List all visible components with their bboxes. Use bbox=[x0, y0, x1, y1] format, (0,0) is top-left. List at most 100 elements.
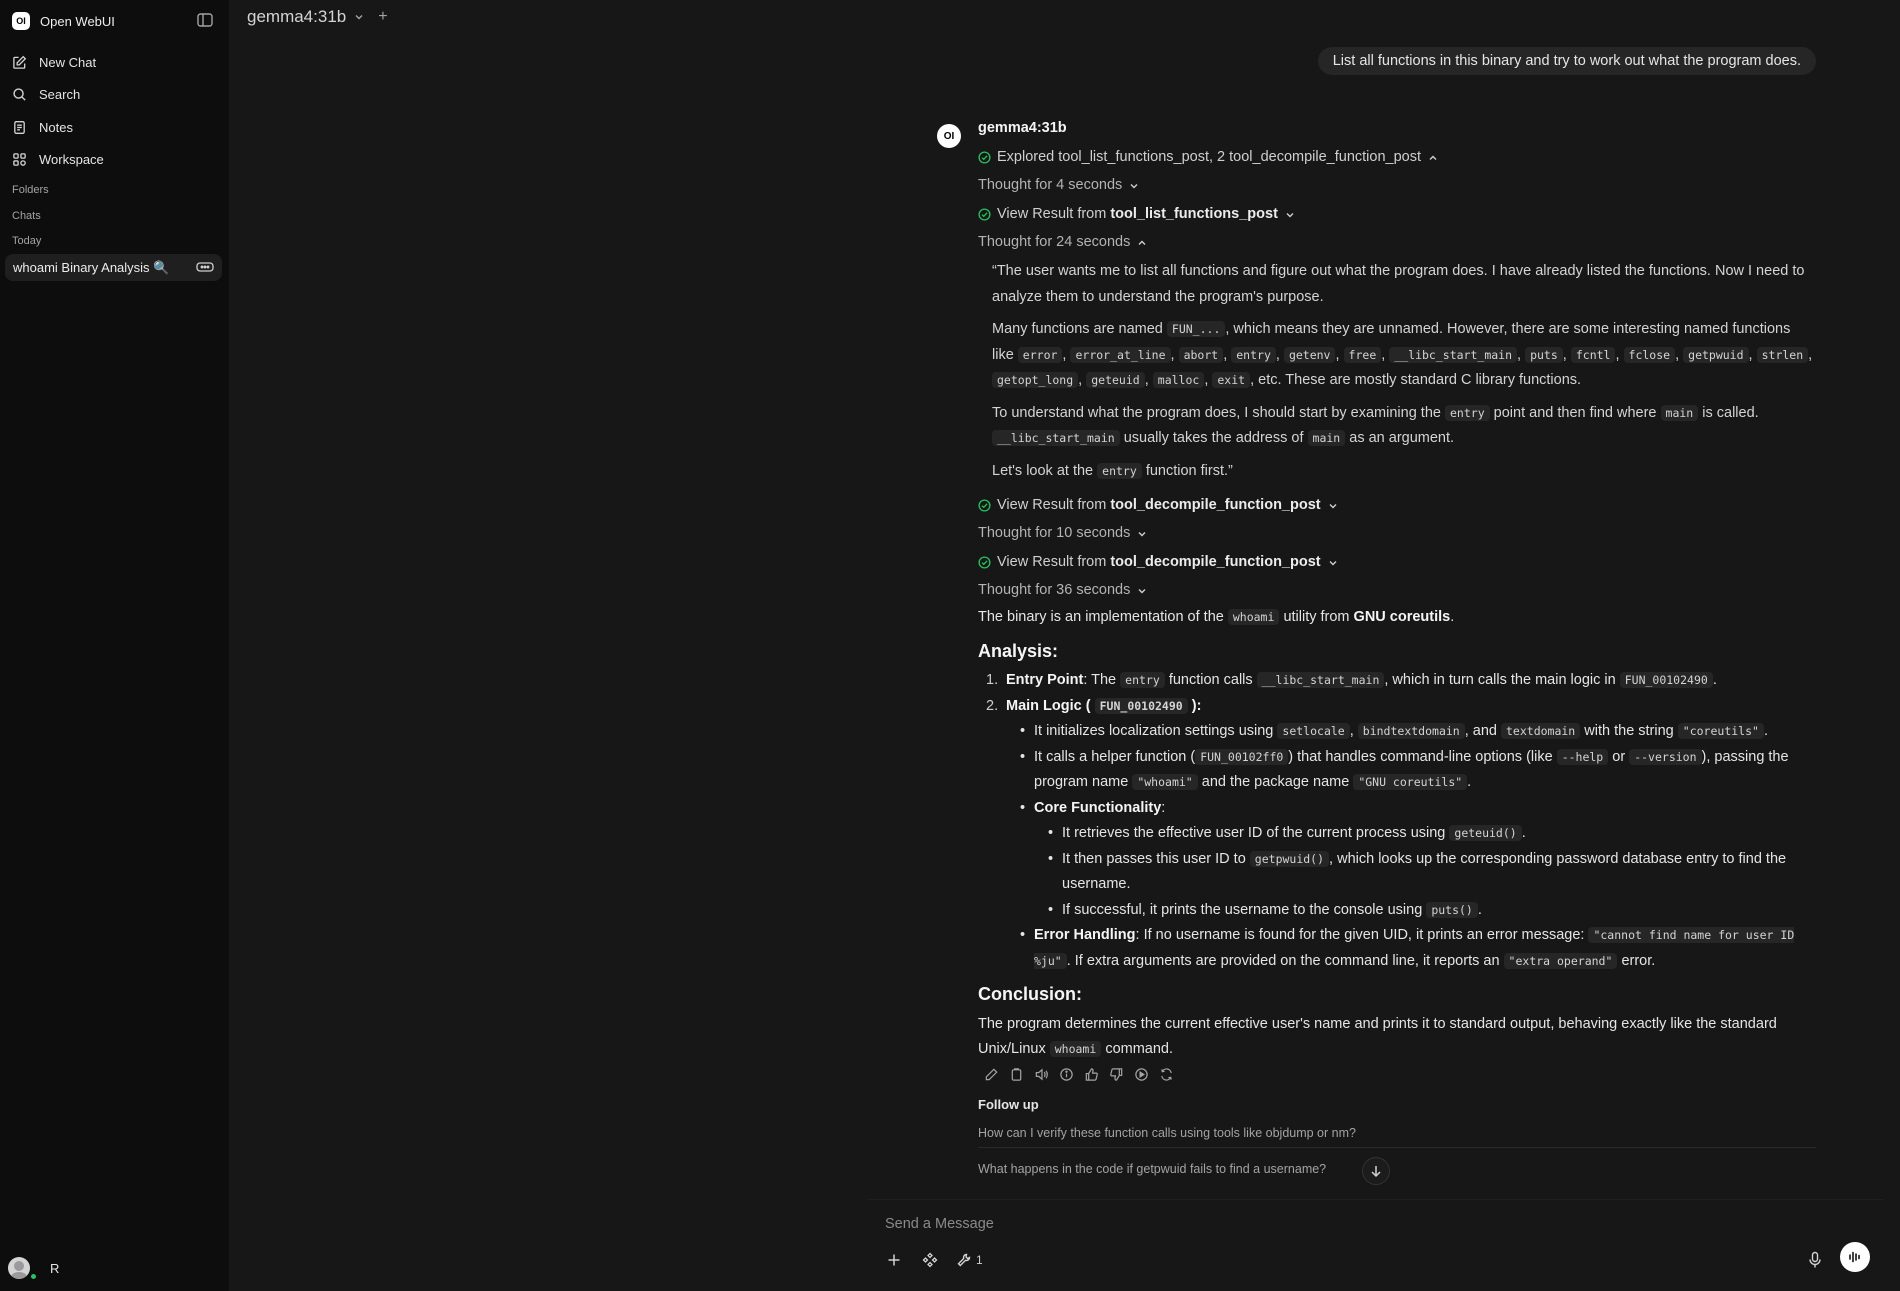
inline-code: entry bbox=[1097, 462, 1142, 479]
search-icon bbox=[13, 88, 26, 101]
sidebar-header: OI Open WebUI bbox=[12, 10, 214, 32]
regenerate-icon[interactable] bbox=[1159, 1067, 1174, 1082]
inline-code: puts bbox=[1525, 346, 1563, 363]
edit-icon[interactable] bbox=[984, 1067, 999, 1082]
sidebar-item-notes[interactable]: Notes bbox=[12, 111, 217, 144]
inline-code: --help bbox=[1556, 748, 1609, 765]
sidebar-item-search[interactable]: Search bbox=[12, 79, 217, 112]
inline-code: "GNU coreutils" bbox=[1353, 774, 1468, 791]
chevron-up-icon bbox=[1429, 155, 1437, 160]
check-circle-icon bbox=[978, 208, 991, 221]
microphone-icon[interactable] bbox=[1807, 1251, 1823, 1269]
inline-code: error bbox=[1017, 346, 1063, 363]
thought-paragraph: Many functions are named FUN_..., which … bbox=[992, 321, 1813, 389]
analysis-list: 1. Entry Point: The entry function calls… bbox=[984, 668, 1816, 974]
folders-label[interactable]: Folders bbox=[12, 184, 49, 196]
thought-toggle-2[interactable]: Thought for 24 seconds bbox=[978, 229, 1816, 258]
notes-icon bbox=[14, 120, 25, 134]
check-circle-icon bbox=[978, 556, 991, 569]
text: It initializes localization settings usi… bbox=[1034, 723, 1274, 740]
sidebar-item-label: Search bbox=[39, 87, 81, 103]
user-name: R bbox=[50, 1260, 60, 1276]
inline-code: __libc_start_main bbox=[1389, 346, 1518, 363]
tool-name: tool_decompile_function_post bbox=[1110, 496, 1321, 513]
chevron-down-icon bbox=[1329, 503, 1337, 509]
thought-toggle-3[interactable]: Thought for 10 seconds bbox=[978, 520, 1816, 549]
tools-icon[interactable] bbox=[956, 1252, 972, 1268]
tool-result-2[interactable]: View Result from tool_decompile_function… bbox=[978, 491, 1816, 520]
explored-tools-summary[interactable]: Explored tool_list_functions_post, 2 too… bbox=[978, 143, 1816, 172]
text: Many functions are named bbox=[992, 321, 1163, 338]
sidebar-item-workspace[interactable]: Workspace bbox=[12, 144, 217, 177]
inline-code: strlen bbox=[1756, 346, 1809, 363]
chat-item-title: whoami Binary Analysis 🔍 bbox=[13, 259, 170, 275]
app-name[interactable]: Open WebUI bbox=[40, 14, 115, 29]
inline-code: setlocale bbox=[1277, 723, 1350, 740]
tool-count: 1 bbox=[976, 1253, 983, 1267]
info-icon[interactable] bbox=[1059, 1067, 1074, 1082]
text: or bbox=[1612, 748, 1626, 765]
today-label: Today bbox=[12, 235, 42, 247]
inline-code: textdomain bbox=[1501, 723, 1581, 740]
inline-code: __libc_start_main bbox=[1256, 672, 1385, 689]
voice-mode-button[interactable] bbox=[1840, 1242, 1870, 1272]
chevron-down-icon[interactable] bbox=[354, 12, 364, 22]
inline-code: fclose bbox=[1623, 346, 1676, 363]
text: with the string bbox=[1584, 723, 1674, 740]
speaker-icon[interactable] bbox=[1034, 1067, 1049, 1082]
list-number: 2. bbox=[986, 697, 999, 714]
inline-code: FUN_... bbox=[1166, 321, 1226, 338]
sidebar-toggle-icon[interactable] bbox=[196, 11, 214, 29]
text: Main Logic ( bbox=[1006, 697, 1091, 714]
scroll-to-bottom-button[interactable] bbox=[1362, 1157, 1390, 1185]
sidebar-item-new-chat[interactable]: New Chat bbox=[12, 46, 217, 79]
text: . bbox=[1521, 825, 1526, 842]
chat-item-active[interactable]: whoami Binary Analysis 🔍 bbox=[5, 254, 222, 281]
avatar bbox=[8, 1257, 30, 1279]
tool-result-3[interactable]: View Result from tool_decompile_function… bbox=[978, 548, 1816, 577]
follow-up-suggestion[interactable]: What happens in the code if getpwuid fai… bbox=[978, 1154, 1816, 1182]
model-selector[interactable]: gemma4:31b bbox=[247, 7, 346, 27]
assistant-message: gemma4:31b Explored tool_list_functions_… bbox=[978, 120, 1816, 1182]
chevron-up-icon bbox=[1138, 240, 1146, 246]
bold-text: Error Handling bbox=[1034, 927, 1136, 944]
list-item: It calls a helper function (FUN_00102ff0… bbox=[1020, 745, 1816, 796]
text: utility from bbox=[1283, 609, 1350, 626]
integrations-icon[interactable] bbox=[922, 1252, 938, 1268]
list-item: It then passes this user ID to getpwuid(… bbox=[1048, 847, 1816, 898]
thought-toggle-1[interactable]: Thought for 4 seconds bbox=[978, 172, 1816, 201]
message-input[interactable]: Send a Message bbox=[885, 1216, 994, 1232]
chats-label[interactable]: Chats bbox=[12, 210, 41, 222]
text: , and bbox=[1464, 723, 1497, 740]
add-model-button[interactable]: + bbox=[378, 8, 387, 26]
plus-icon[interactable] bbox=[886, 1252, 902, 1268]
more-options-icon[interactable] bbox=[196, 260, 214, 274]
inline-code: main bbox=[1660, 404, 1699, 421]
app-logo[interactable]: OI bbox=[12, 12, 30, 30]
inline-code: "extra operand" bbox=[1503, 952, 1618, 969]
thought-content: “The user wants me to list all functions… bbox=[978, 259, 1816, 484]
tool-result-1[interactable]: View Result from tool_list_functions_pos… bbox=[978, 200, 1816, 229]
play-circle-icon[interactable] bbox=[1134, 1067, 1149, 1082]
copy-icon[interactable] bbox=[1009, 1067, 1024, 1082]
text: function calls bbox=[1168, 672, 1253, 689]
answer-body: The binary is an implementation of the w… bbox=[978, 605, 1816, 1063]
inline-code: fcntl bbox=[1570, 346, 1616, 363]
sidebar-item-label: Workspace bbox=[39, 152, 104, 168]
bold-text: Main Logic ( FUN_00102490 ): bbox=[1006, 697, 1201, 714]
user-menu[interactable]: R bbox=[8, 1257, 60, 1280]
follow-up-suggestion[interactable]: How can I verify these function calls us… bbox=[978, 1118, 1816, 1149]
text: It calls a helper function ( bbox=[1034, 748, 1196, 765]
view-result-prefix: View Result from bbox=[997, 553, 1107, 570]
inline-code: getopt_long bbox=[992, 372, 1079, 389]
list-item: If successful, it prints the username to… bbox=[1048, 898, 1816, 924]
view-result-prefix: View Result from bbox=[997, 205, 1107, 222]
thought-label: Thought for 4 seconds bbox=[978, 177, 1123, 194]
thumbs-up-icon[interactable] bbox=[1084, 1067, 1099, 1082]
text: It then passes this user ID to bbox=[1062, 850, 1246, 867]
user-message-text: List all functions in this binary and tr… bbox=[1332, 53, 1801, 69]
thought-toggle-4[interactable]: Thought for 36 seconds bbox=[978, 577, 1816, 606]
text: . bbox=[1763, 723, 1768, 740]
text: , etc. These are mostly standard C libra… bbox=[1250, 372, 1582, 389]
thumbs-down-icon[interactable] bbox=[1109, 1067, 1124, 1082]
